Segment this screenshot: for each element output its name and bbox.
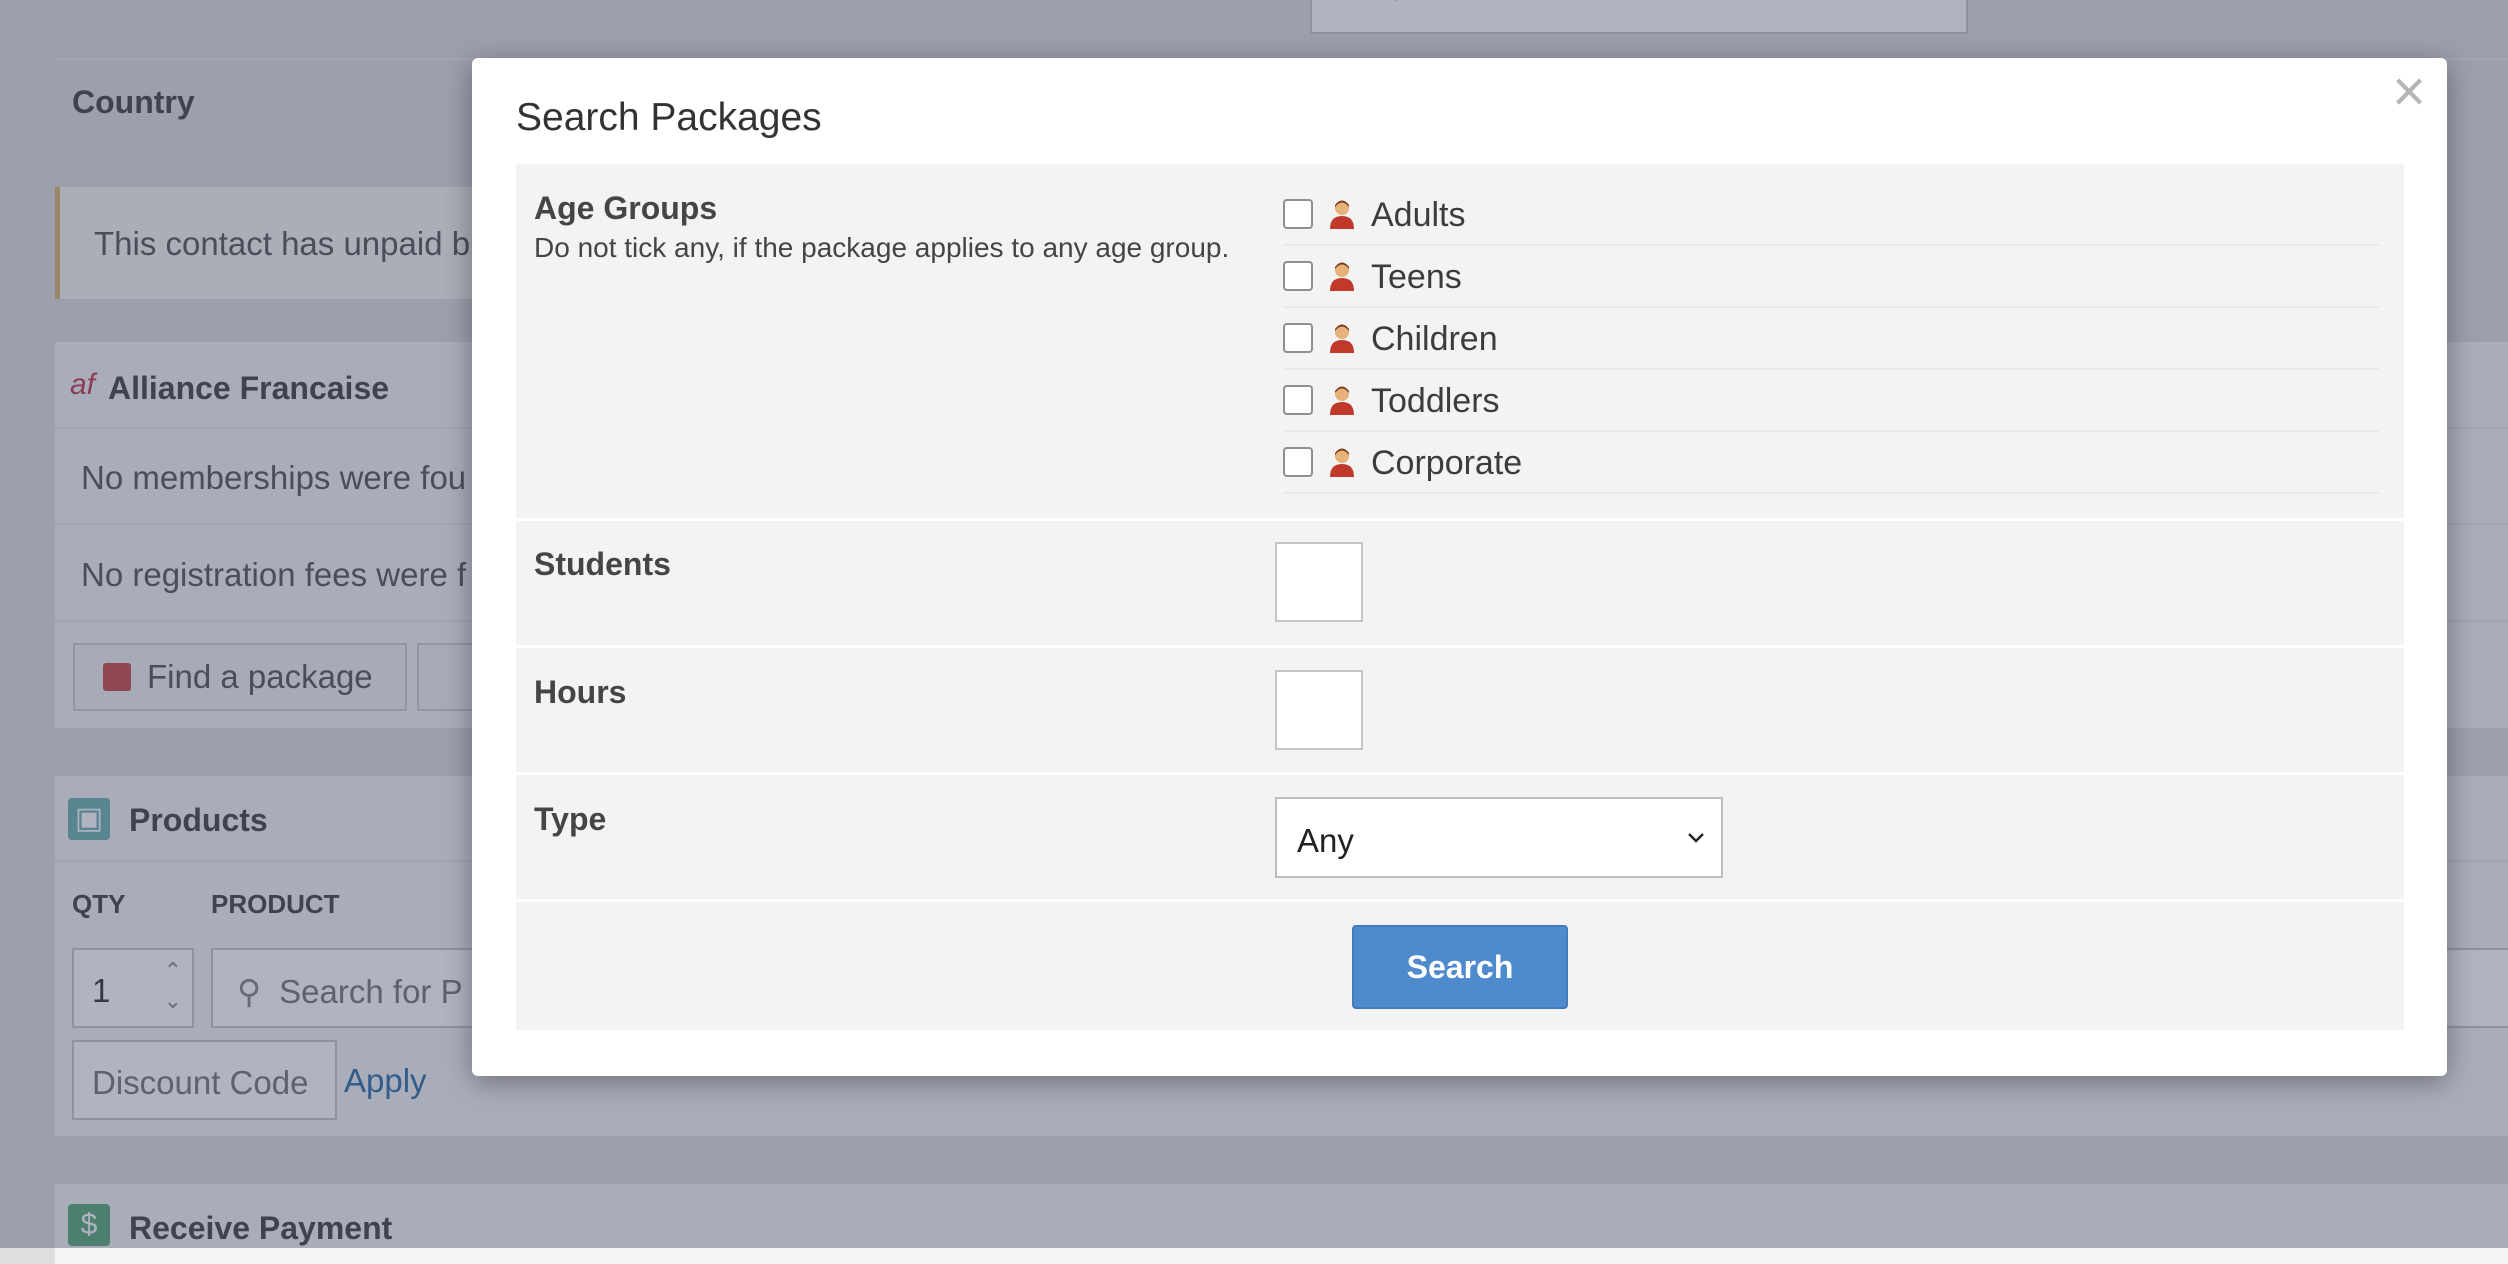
- person-icon: [1330, 324, 1354, 353]
- person-icon: [1330, 262, 1354, 291]
- students-input[interactable]: [1275, 542, 1363, 622]
- hours-label: Hours: [534, 674, 627, 710]
- search-button[interactable]: Search: [1352, 925, 1568, 1009]
- students-row: [516, 521, 2404, 645]
- teens-checkbox[interactable]: [1283, 261, 1313, 291]
- children-label[interactable]: Children: [1371, 320, 1498, 359]
- age-groups-help: Do not tick any, if the package applies …: [534, 232, 1230, 263]
- type-select[interactable]: Any: [1275, 797, 1723, 878]
- type-label: Type: [534, 801, 607, 837]
- person-icon: [1330, 386, 1354, 415]
- teens-label[interactable]: Teens: [1371, 258, 1462, 297]
- hours-row: [516, 648, 2404, 772]
- toddlers-checkbox[interactable]: [1283, 385, 1313, 415]
- type-select-value: Any: [1297, 822, 1354, 859]
- corporate-label[interactable]: Corporate: [1371, 444, 1522, 483]
- children-checkbox[interactable]: [1283, 323, 1313, 353]
- adults-label[interactable]: Adults: [1371, 196, 1466, 235]
- adults-checkbox[interactable]: [1283, 199, 1313, 229]
- toddlers-label[interactable]: Toddlers: [1371, 382, 1500, 421]
- person-icon: [1330, 200, 1354, 229]
- corporate-checkbox[interactable]: [1283, 447, 1313, 477]
- students-label: Students: [534, 546, 671, 582]
- hours-input[interactable]: [1275, 670, 1363, 750]
- chevron-down-icon: [1688, 833, 1704, 843]
- close-icon[interactable]: ×: [2389, 63, 2429, 121]
- age-groups-label: Age Groups: [534, 190, 718, 226]
- person-icon: [1330, 448, 1354, 477]
- modal-title: Search Packages: [516, 96, 822, 139]
